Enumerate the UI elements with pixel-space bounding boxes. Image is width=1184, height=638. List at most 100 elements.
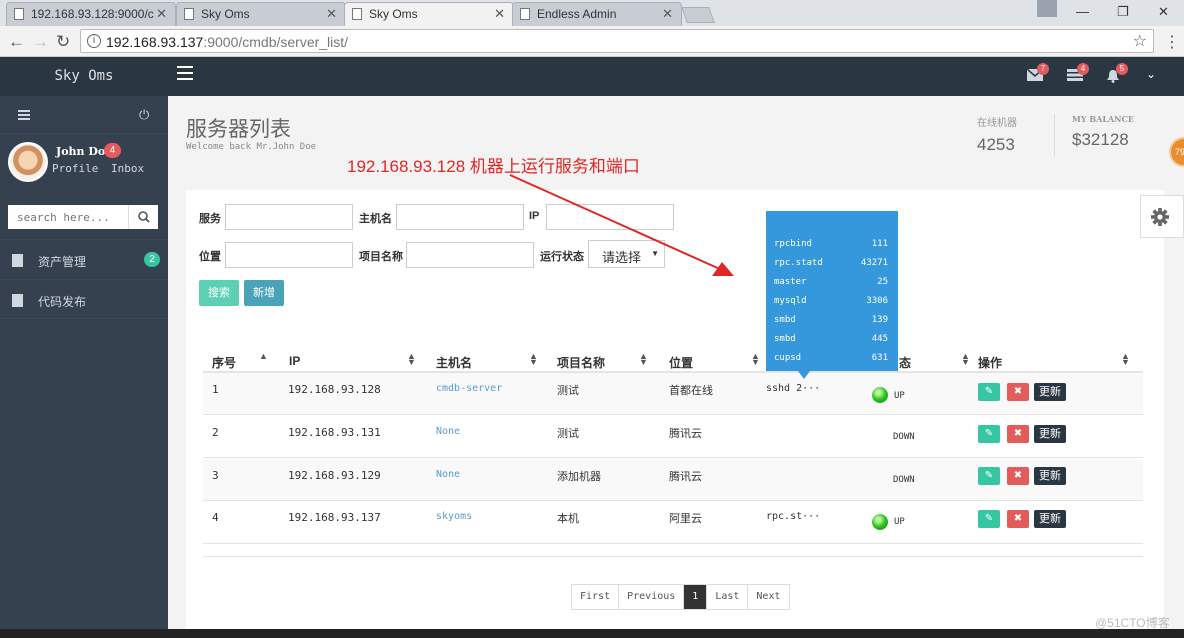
url-field[interactable]: i 192.168.93.137:9000/cmdb/server_list/ …: [80, 29, 1154, 53]
cell-services[interactable]: rpc.st···: [766, 511, 820, 522]
edit-button[interactable]: ✎: [978, 510, 1000, 528]
sidebar-toggle-icon[interactable]: [18, 110, 30, 122]
sidebar-toolbar: ⏻: [0, 96, 168, 134]
update-button[interactable]: 更新: [1034, 383, 1066, 401]
delete-button[interactable]: ✖: [1007, 510, 1029, 528]
page-icon: [520, 8, 530, 20]
services-tooltip: rpcbind 111 rpc.statd 43271 master 25 mysql…: [766, 211, 898, 379]
bookmark-star-icon[interactable]: ☆: [1133, 31, 1147, 51]
profile-icon[interactable]: [1037, 0, 1057, 17]
sort-icon[interactable]: ▲ ▼: [529, 352, 538, 367]
edit-button[interactable]: ✎: [978, 467, 1000, 485]
profile-link[interactable]: Profile: [52, 162, 98, 175]
info-icon[interactable]: i: [87, 34, 101, 48]
app-header: Sky Oms 7 4 5 ⌄: [0, 57, 1184, 96]
cell-hostname-link[interactable]: None: [436, 469, 460, 480]
page-next-button[interactable]: Next: [748, 585, 788, 609]
delete-button[interactable]: ✖: [1007, 467, 1029, 485]
browser-tab-3[interactable]: Sky Oms ✕: [344, 2, 514, 26]
col-header-status[interactable]: 态: [899, 354, 911, 371]
brand-logo[interactable]: Sky Oms: [0, 57, 168, 96]
menu-toggle-icon[interactable]: [177, 66, 193, 80]
page-previous-button[interactable]: Previous: [619, 585, 685, 609]
service-port: 139: [871, 315, 888, 325]
close-tab-icon[interactable]: ✕: [326, 3, 337, 25]
delete-button[interactable]: ✖: [1007, 383, 1029, 401]
reload-icon[interactable]: ↻: [56, 32, 70, 52]
cell-project: 测试: [557, 385, 579, 397]
browser-menu-icon[interactable]: ⋮: [1164, 32, 1180, 52]
service-name: rpcbind: [774, 239, 812, 249]
sort-asc-icon[interactable]: ▲: [259, 352, 268, 361]
col-header-project[interactable]: 项目名称: [557, 354, 605, 371]
user-dropdown-icon[interactable]: ⌄: [1146, 67, 1156, 81]
search-submit-button[interactable]: 搜索: [199, 280, 239, 306]
cell-hostname-link[interactable]: cmdb-server: [436, 383, 502, 394]
page-icon: [14, 8, 24, 20]
sort-icon[interactable]: ▲ ▼: [1121, 352, 1130, 367]
bell-icon[interactable]: 5: [1106, 63, 1128, 83]
tasks-icon[interactable]: 4: [1067, 63, 1089, 83]
col-header-no[interactable]: 序号: [212, 354, 236, 371]
page-first-button[interactable]: First: [572, 585, 620, 609]
sort-icon[interactable]: ▲ ▼: [751, 352, 760, 367]
close-tab-icon[interactable]: ✕: [494, 3, 505, 25]
service-port: 631: [871, 353, 888, 363]
update-button[interactable]: 更新: [1034, 467, 1066, 485]
pagination: First Previous 1 Last Next: [571, 584, 790, 610]
location-input[interactable]: [225, 242, 353, 268]
new-tab-button[interactable]: [681, 7, 715, 23]
col-header-actions[interactable]: 操作: [978, 354, 1002, 371]
browser-tab-1[interactable]: 192.168.93.128:9000/c ✕: [6, 2, 176, 26]
minimize-icon[interactable]: —: [1076, 4, 1089, 19]
project-label: 项目名称: [359, 251, 403, 263]
sort-icon[interactable]: ▲ ▼: [407, 352, 416, 367]
table-row: 3 192.168.93.129 None 添加机器 腾讯云 DOWN ✎ ✖ …: [203, 459, 1143, 501]
forward-icon[interactable]: →: [32, 32, 49, 52]
back-icon[interactable]: ←: [8, 32, 25, 52]
cell-no: 1: [212, 383, 219, 396]
table-header: 序号 ▲ IP ▲ ▼ 主机名 ▲ ▼ 项目名称 ▲ ▼ 位置 ▲ ▼ 态 ▲ ▼ 操作 …: [203, 347, 1143, 373]
search-input[interactable]: [8, 205, 128, 229]
sidebar-item-assets[interactable]: 资产管理 2: [0, 239, 168, 279]
col-header-location[interactable]: 位置: [669, 354, 693, 371]
cell-ip: 192.168.93.131: [288, 426, 381, 439]
sort-icon[interactable]: ▲ ▼: [639, 352, 648, 367]
inbox-link[interactable]: Inbox: [111, 162, 144, 175]
close-window-icon[interactable]: ✕: [1158, 4, 1169, 20]
cell-services[interactable]: sshd 2···: [766, 383, 820, 394]
add-button[interactable]: 新增: [244, 280, 284, 306]
browser-tab-2[interactable]: Sky Oms ✕: [176, 2, 346, 26]
maximize-icon[interactable]: ❐: [1117, 4, 1129, 20]
page-last-button[interactable]: Last: [707, 585, 749, 609]
settings-button[interactable]: [1140, 195, 1184, 238]
close-tab-icon[interactable]: ✕: [662, 3, 673, 25]
delete-button[interactable]: ✖: [1007, 425, 1029, 443]
sort-icon[interactable]: ▲ ▼: [961, 352, 970, 367]
tab-title: Endless Admin: [537, 7, 617, 21]
edit-button[interactable]: ✎: [978, 425, 1000, 443]
mail-icon[interactable]: 7: [1026, 63, 1049, 83]
cell-hostname-link[interactable]: skyoms: [436, 511, 472, 522]
sidebar-item-code-deploy[interactable]: 代码发布: [0, 279, 168, 319]
document-icon: [12, 254, 23, 267]
avatar[interactable]: [8, 142, 48, 182]
floating-badge[interactable]: 79: [1169, 137, 1184, 167]
browser-tab-bar: 192.168.93.128:9000/c ✕ Sky Oms ✕ Sky Om…: [0, 0, 1184, 26]
page-icon: [352, 8, 362, 20]
col-header-ip[interactable]: IP: [289, 354, 300, 368]
col-header-hostname[interactable]: 主机名: [436, 354, 472, 371]
cell-project: 本机: [557, 513, 579, 525]
edit-button[interactable]: ✎: [978, 383, 1000, 401]
browser-tab-4[interactable]: Endless Admin ✕: [512, 2, 682, 26]
update-button[interactable]: 更新: [1034, 425, 1066, 443]
close-tab-icon[interactable]: ✕: [156, 3, 167, 25]
update-button[interactable]: 更新: [1034, 510, 1066, 528]
service-input[interactable]: [225, 204, 353, 230]
page-current-button[interactable]: 1: [684, 585, 708, 609]
search-button[interactable]: [128, 205, 158, 229]
cell-location: 腾讯云: [669, 428, 702, 440]
power-icon[interactable]: ⏻: [139, 107, 149, 123]
cell-hostname-link[interactable]: None: [436, 426, 460, 437]
service-name: smbd: [774, 334, 796, 344]
